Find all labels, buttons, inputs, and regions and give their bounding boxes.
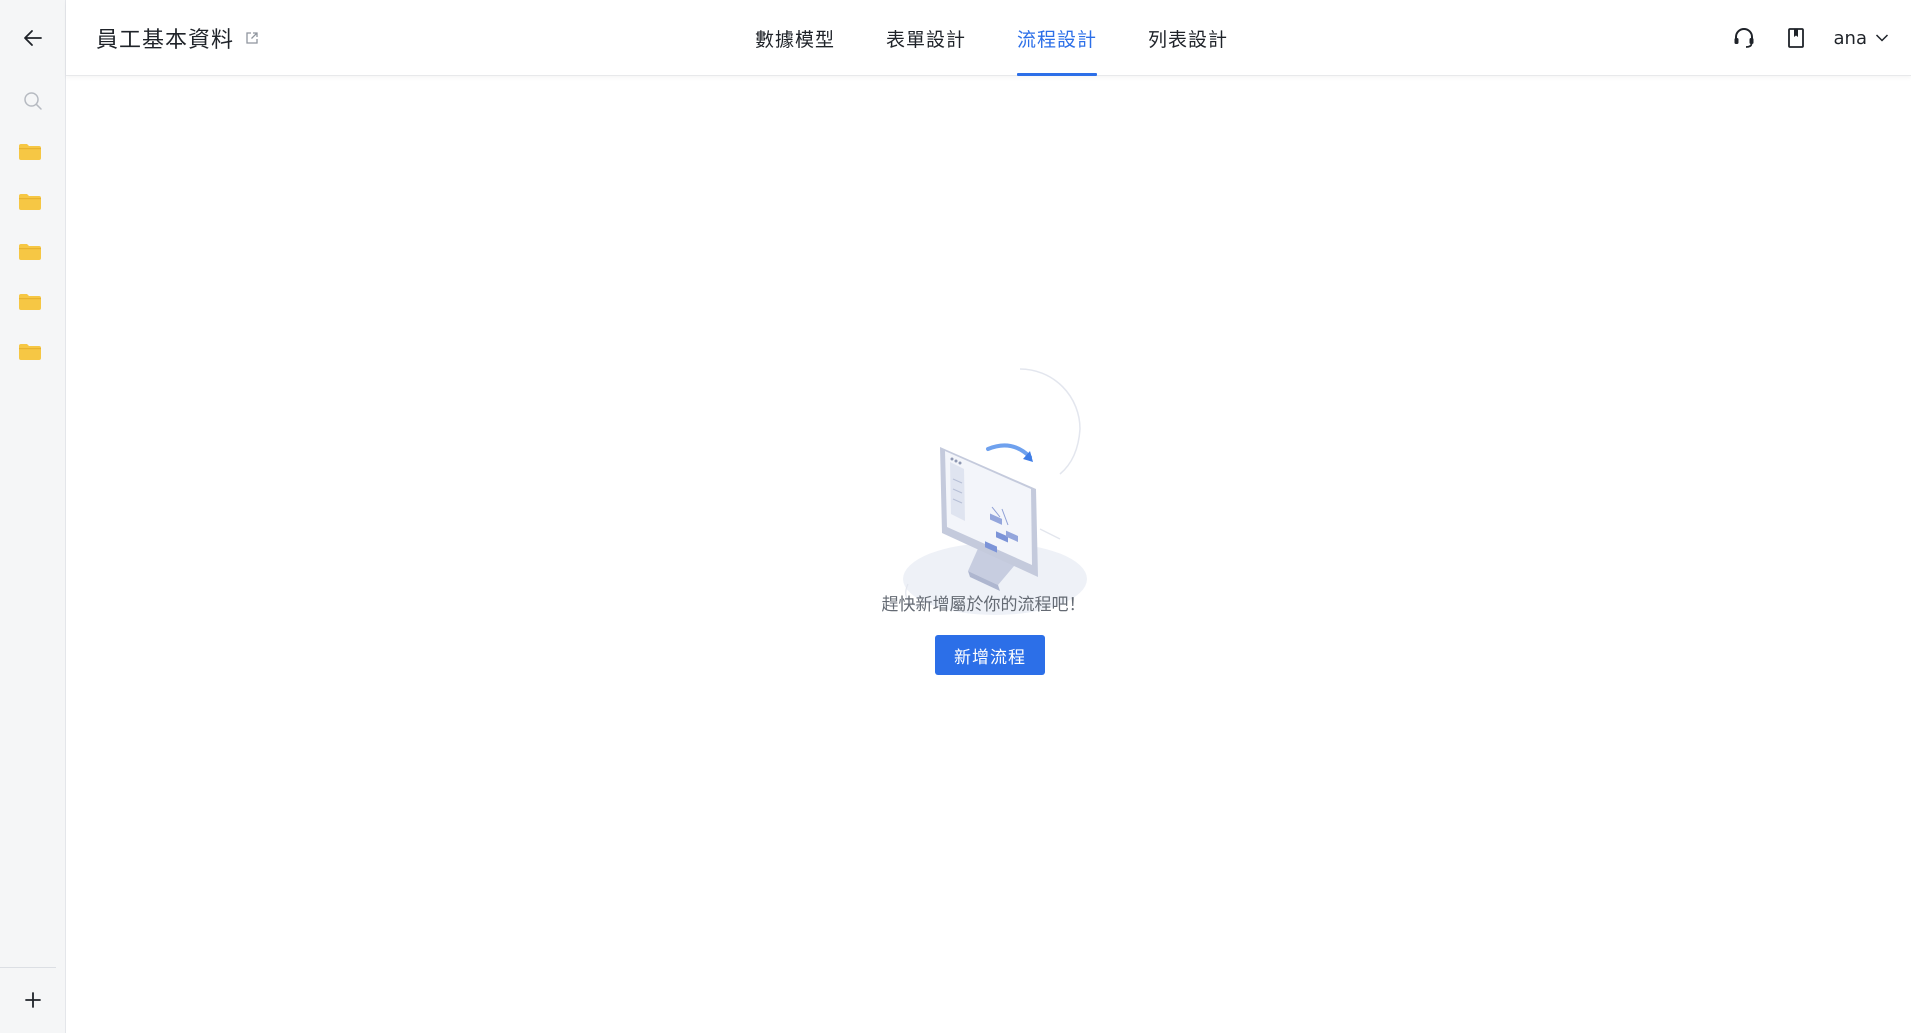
search-icon (24, 92, 42, 110)
tab-data-model[interactable]: 數據模型 (755, 0, 835, 76)
chevron-down-icon (1875, 34, 1889, 42)
user-name: ana (1833, 27, 1867, 49)
docs-button[interactable] (1782, 24, 1810, 52)
external-link-icon (246, 32, 258, 44)
design-tabs: 數據模型 表單設計 流程設計 列表設計 (755, 0, 1279, 76)
left-sidebar (0, 0, 66, 1033)
main-content: 趕快新增屬於你的流程吧！ 新增流程 (66, 77, 1911, 1033)
page-title: 員工基本資料 (96, 28, 235, 53)
folder-icon (19, 244, 41, 260)
folder-icon (19, 344, 41, 360)
tab-list-design[interactable]: 列表設計 (1148, 0, 1228, 76)
folder-icon (19, 144, 41, 160)
sidebar-search-button[interactable] (0, 79, 66, 123)
computer-illustration-icon (903, 368, 1087, 615)
sidebar-folder-5[interactable] (19, 344, 41, 360)
user-menu[interactable]: ana (1834, 28, 1889, 49)
add-process-button[interactable]: 新增流程 (935, 635, 1045, 675)
sidebar-divider (0, 967, 56, 968)
back-button[interactable] (0, 16, 66, 60)
book-icon (1787, 28, 1804, 48)
support-button[interactable] (1730, 24, 1758, 52)
empty-state-message: 趕快新增屬於你的流程吧！ (66, 590, 1911, 615)
sidebar-folder-4[interactable] (19, 294, 41, 310)
sidebar-folder-1[interactable] (19, 144, 41, 160)
folder-icon (19, 294, 41, 310)
empty-state-message-text: 趕快新增屬於你的流程吧！ (881, 595, 1086, 615)
top-header: 員工基本資料 數據模型 表單設計 流程設計 列表設計 ana (66, 0, 1911, 76)
headset-icon (1734, 28, 1754, 48)
sidebar-folder-3[interactable] (19, 244, 41, 260)
external-link-button[interactable] (244, 30, 260, 46)
tab-process-design[interactable]: 流程設計 (1017, 0, 1098, 76)
app-window: 員工基本資料 數據模型 表單設計 流程設計 列表設計 ana 趕快新增屬於你的流… (0, 0, 1911, 1033)
app-title-group: 員工基本資料 (96, 0, 260, 76)
plus-icon (25, 992, 41, 1008)
add-button[interactable] (0, 975, 66, 1025)
sidebar-folder-2[interactable] (19, 194, 41, 210)
empty-state-illustration (890, 339, 1136, 619)
back-arrow-icon (24, 30, 42, 46)
folder-icon (19, 194, 41, 210)
tab-form-design[interactable]: 表單設計 (886, 0, 966, 76)
header-actions: ana (1730, 0, 1889, 76)
